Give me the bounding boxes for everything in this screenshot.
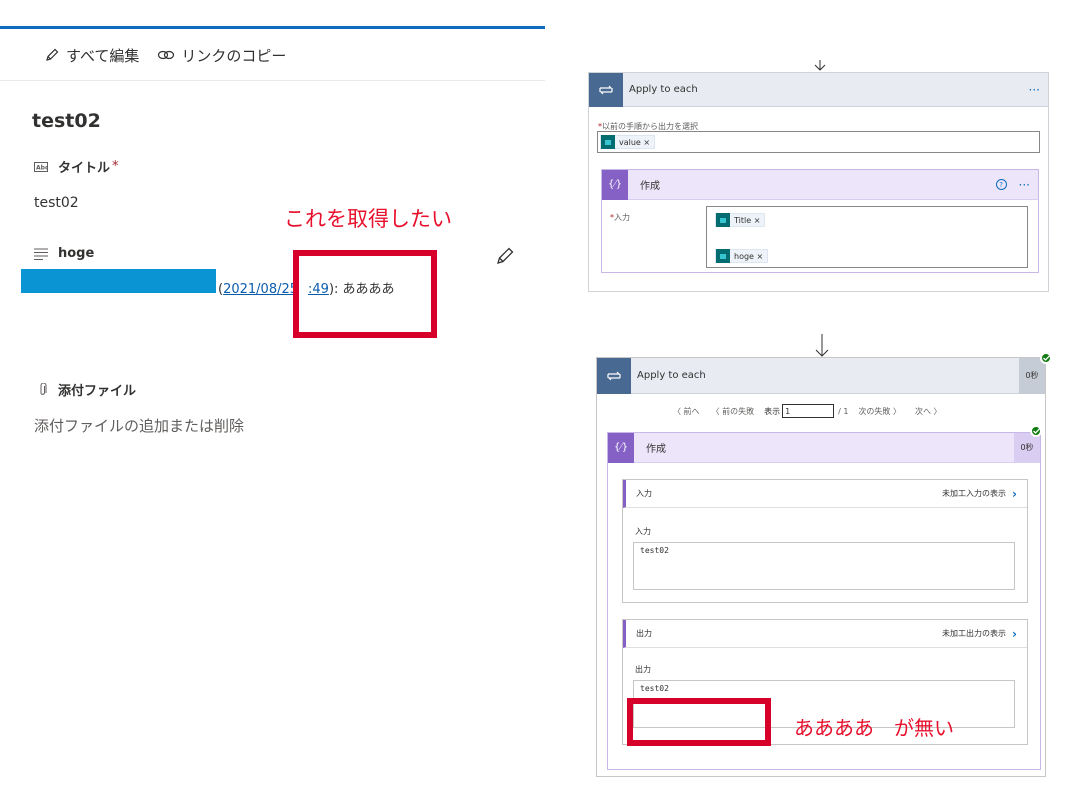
copy-link-button[interactable]: リンクのコピー bbox=[157, 45, 286, 66]
paperclip-icon bbox=[40, 382, 47, 395]
compose-header[interactable]: {⁄} 作成 ? ··· bbox=[602, 169, 1038, 200]
chevron-right-icon: › bbox=[1012, 486, 1017, 501]
history-date-link[interactable]: 2021/08/25 bbox=[223, 282, 298, 297]
pager-page-input[interactable]: 1 bbox=[782, 404, 835, 418]
outputs-field-label: 出力 bbox=[635, 665, 651, 674]
text-field-icon: Abc bbox=[34, 161, 48, 172]
loop-icon bbox=[597, 357, 631, 394]
apply-to-each-run-header[interactable]: Apply to each 0秒 bbox=[597, 357, 1045, 394]
outputs-header-label: 出力 bbox=[636, 629, 652, 638]
hoge-field-label: hoge bbox=[34, 246, 94, 261]
compose-more-options-icon[interactable]: ··· bbox=[1019, 178, 1030, 192]
run-pager: 〈 前へ 〈 前の失敗 表示 1 / 1 次の失敗 〉 次へ 〉 bbox=[673, 404, 942, 418]
attachments-add-remove[interactable]: 添付ファイルの追加または削除 bbox=[34, 415, 244, 436]
compose-duration: 0秒 bbox=[1014, 432, 1040, 463]
pager-prev-fail[interactable]: 〈 前の失敗 bbox=[712, 406, 755, 417]
pager-show-label: 表示 bbox=[764, 406, 781, 416]
show-raw-inputs-link[interactable]: 未加工入力の表示 › bbox=[942, 487, 1017, 501]
link-icon bbox=[158, 50, 175, 60]
pager-total: / 1 bbox=[838, 406, 849, 416]
pager-prev[interactable]: 〈 前へ bbox=[673, 406, 700, 417]
help-icon[interactable]: ? bbox=[995, 179, 1007, 190]
pencil-icon bbox=[46, 48, 59, 61]
arrow-down-icon bbox=[814, 60, 826, 71]
sharepoint-icon bbox=[716, 213, 730, 227]
inputs-header-label: 入力 bbox=[636, 489, 652, 498]
copy-link-label: リンクのコピー bbox=[181, 46, 287, 65]
apply-to-each-header[interactable]: Apply to each ··· bbox=[589, 72, 1048, 107]
compose-run-title: 作成 bbox=[646, 444, 666, 455]
apply-to-each-card-design: Apply to each ··· *以前の手順から出力を選択 value × … bbox=[588, 72, 1049, 292]
compose-icon: {⁄} bbox=[608, 432, 634, 463]
value-token[interactable]: value × bbox=[600, 135, 656, 149]
apply-to-each-run-title: Apply to each bbox=[637, 370, 706, 381]
title-field-value[interactable]: test02 bbox=[34, 195, 79, 211]
edit-all-label: すべて編集 bbox=[66, 46, 140, 65]
more-options-icon[interactable]: ··· bbox=[1029, 83, 1040, 97]
inputs-field-label: 入力 bbox=[635, 527, 651, 536]
compose-icon: {⁄} bbox=[602, 169, 628, 200]
redacted-user-name bbox=[21, 269, 216, 293]
compose-card-design: {⁄} 作成 ? ··· *入力 Title × hoge × bbox=[601, 169, 1039, 273]
title-field-label: Abc タイトル * bbox=[34, 159, 119, 176]
outputs-header[interactable]: 出力 未加工出力の表示 › bbox=[623, 620, 1027, 648]
header-accent-bar bbox=[0, 26, 545, 29]
show-raw-outputs-link[interactable]: 未加工出力の表示 › bbox=[942, 627, 1017, 641]
compose-run-header[interactable]: {⁄} 作成 0秒 bbox=[608, 432, 1040, 463]
command-bar: すべて編集 リンクのコピー bbox=[44, 44, 304, 66]
title-token[interactable]: Title × bbox=[715, 213, 766, 227]
pager-next-fail[interactable]: 次の失敗 〉 bbox=[858, 406, 901, 417]
inputs-section: 入力 未加工入力の表示 › 入力 test02 bbox=[622, 479, 1028, 603]
annotation-box-right bbox=[627, 698, 771, 746]
compose-title: 作成 bbox=[640, 181, 660, 192]
success-check-icon bbox=[1040, 352, 1052, 364]
arrow-down-icon-run bbox=[815, 334, 829, 357]
select-output-input[interactable]: value × bbox=[597, 131, 1040, 153]
compose-success-check-icon bbox=[1030, 425, 1042, 437]
inputs-value-box: test02 bbox=[633, 542, 1015, 590]
apply-to-each-title: Apply to each bbox=[629, 84, 698, 95]
item-title: test02 bbox=[32, 110, 101, 132]
hoge-token[interactable]: hoge × bbox=[715, 249, 769, 263]
compose-input-box[interactable]: Title × hoge × bbox=[706, 206, 1028, 268]
inputs-header[interactable]: 入力 未加工入力の表示 › bbox=[623, 480, 1027, 508]
loop-icon bbox=[589, 72, 623, 107]
edit-all-button[interactable]: すべて編集 bbox=[44, 45, 139, 66]
attachments-label: 添付ファイル bbox=[38, 380, 136, 399]
annotation-box-left bbox=[293, 250, 437, 338]
chevron-right-icon: › bbox=[1012, 626, 1017, 641]
svg-text:Abc: Abc bbox=[36, 164, 48, 171]
sharepoint-icon bbox=[601, 135, 615, 149]
edit-field-pencil-icon[interactable] bbox=[495, 246, 515, 266]
annotation-want-to-get: これを取得したい bbox=[284, 207, 452, 231]
sharepoint-icon bbox=[716, 249, 730, 263]
command-bar-divider bbox=[0, 80, 545, 81]
multiline-text-icon bbox=[34, 248, 48, 260]
pager-next[interactable]: 次へ 〉 bbox=[915, 406, 942, 417]
annotation-missing: ああああ が無い bbox=[794, 716, 954, 740]
compose-input-label: *入力 bbox=[610, 213, 630, 222]
apply-to-each-duration: 0秒 bbox=[1019, 357, 1045, 394]
